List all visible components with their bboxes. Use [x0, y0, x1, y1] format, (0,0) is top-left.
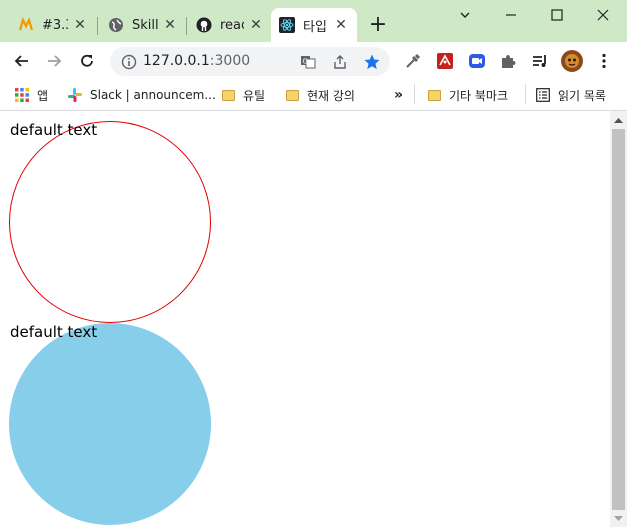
folder-icon [220, 87, 236, 103]
address-text: 127.0.0.1:3000 [143, 53, 250, 69]
scroll-down-arrow-icon[interactable] [610, 510, 627, 527]
bookmarks-bar: 앱 Slack | announcem... 유틸 현재 강의 » 기타 북마크… [0, 80, 627, 110]
bookmark-label: 기타 북마크 [449, 88, 509, 103]
bookmark-label: 현재 강의 [307, 88, 355, 103]
circle-text: default text [10, 121, 98, 139]
media-control-icon[interactable] [528, 49, 552, 73]
slack-icon [67, 87, 83, 103]
bookmark-folder-other[interactable]: 기타 북마크 [426, 85, 508, 105]
close-window-icon[interactable] [580, 0, 626, 30]
tab-title: Skill [132, 17, 158, 33]
outlined-circle [9, 121, 211, 323]
zoom-extension-icon[interactable] [465, 49, 489, 73]
tab-2[interactable]: Skill ✕ [100, 8, 186, 42]
share-icon[interactable] [330, 52, 350, 72]
browser-toolbar: 127.0.0.1:3000 G [0, 42, 627, 80]
circle-block-2: default text [9, 323, 211, 525]
extensions-puzzle-icon[interactable] [496, 49, 520, 73]
bookmark-label: Slack | announcem... [90, 88, 216, 102]
vertical-scrollbar[interactable] [610, 111, 627, 527]
more-bookmarks-icon: » [394, 87, 404, 103]
bookmark-separator [414, 84, 415, 104]
back-arrow-icon[interactable] [10, 49, 34, 73]
folder-icon [284, 87, 300, 103]
filled-circle [9, 323, 211, 525]
forward-arrow-icon[interactable] [42, 49, 66, 73]
react-icon [279, 17, 295, 33]
close-tab-icon[interactable]: ✕ [72, 17, 88, 33]
bookmark-folder-util[interactable]: 유틸 [220, 85, 265, 105]
bookmark-label: 유틸 [243, 88, 266, 103]
address-port: :3000 [209, 53, 251, 69]
bookmark-label: 앱 [37, 88, 49, 103]
address-host: 127.0.0.1 [143, 53, 210, 69]
eyedropper-extension-icon[interactable] [401, 49, 425, 73]
tab-3[interactable]: reac ✕ [188, 8, 272, 42]
tab-separator [97, 17, 98, 35]
tab-1[interactable]: #3.3 ✕ [10, 8, 96, 42]
svg-text:G: G [303, 58, 308, 66]
tab-title: reac [220, 17, 244, 33]
folder-icon [426, 87, 442, 103]
profile-avatar-icon[interactable] [560, 49, 584, 73]
bookmark-label: 읽기 목록 [558, 88, 606, 103]
scrollbar-thumb[interactable] [612, 129, 625, 510]
new-tab-button[interactable]: + [366, 14, 390, 38]
more-bookmarks-button[interactable]: » [394, 85, 403, 105]
minimize-icon[interactable] [488, 0, 534, 30]
page-viewport: default text default text [0, 111, 610, 527]
tab-title: #3.3 [42, 17, 68, 33]
tab-separator [186, 17, 187, 35]
apps-grid-icon [14, 87, 30, 103]
reload-icon[interactable] [75, 49, 99, 73]
circle-text: default text [10, 323, 98, 341]
bookmark-star-icon[interactable] [362, 52, 382, 72]
globe-icon [108, 17, 124, 33]
address-bar[interactable]: 127.0.0.1:3000 G [110, 47, 390, 76]
reading-list-button[interactable]: 읽기 목록 [535, 85, 606, 105]
close-tab-icon[interactable]: ✕ [333, 17, 349, 33]
close-tab-icon[interactable]: ✕ [248, 17, 264, 33]
bookmark-slack[interactable]: Slack | announcem... [67, 85, 216, 105]
github-icon [196, 17, 212, 33]
site-info-icon[interactable] [119, 52, 139, 72]
bookmark-folder-current-lecture[interactable]: 현재 강의 [284, 85, 355, 105]
maximize-icon[interactable] [534, 0, 580, 30]
close-tab-icon[interactable]: ✕ [162, 17, 178, 33]
tab-title: 타입 [303, 19, 327, 35]
chrome-menu-icon[interactable] [592, 49, 616, 73]
reading-list-icon [535, 87, 551, 103]
tab-search-icon[interactable] [442, 0, 488, 30]
extension-red-icon[interactable] [433, 49, 457, 73]
circle-block-1: default text [9, 121, 211, 323]
tab-strip: #3.3 ✕ Skill ✕ reac ✕ 타입 ✕ + [0, 0, 627, 42]
bookmark-apps[interactable]: 앱 [14, 85, 48, 105]
scroll-up-arrow-icon[interactable] [610, 111, 627, 128]
tab-4-active[interactable]: 타입 ✕ [271, 8, 357, 42]
translate-icon[interactable]: G [298, 52, 318, 72]
mosaic-logo-icon [18, 17, 34, 33]
bookmark-separator [525, 84, 526, 104]
